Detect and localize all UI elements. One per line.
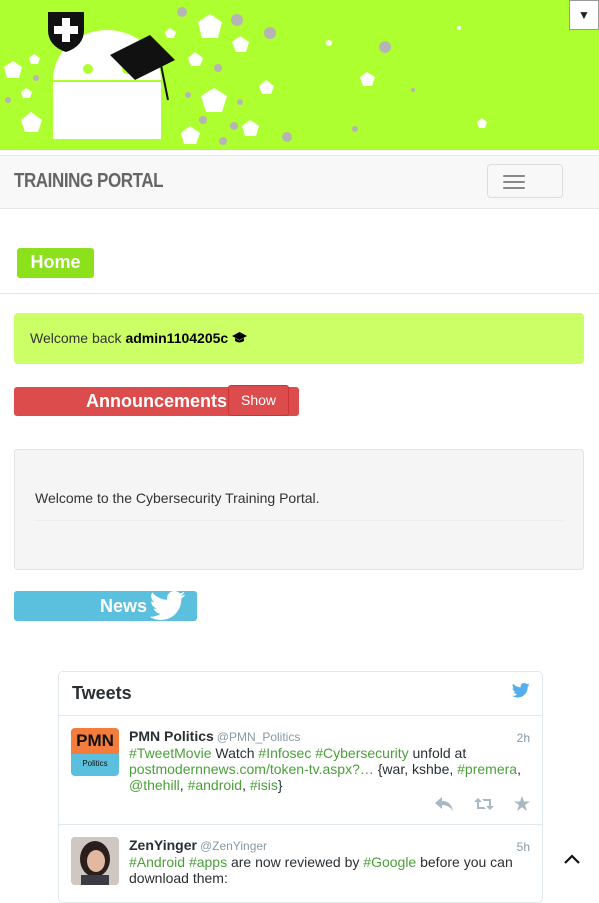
tweet-hashtag-link[interactable]: #apps [189, 854, 227, 870]
menu-toggle-button[interactable] [487, 164, 563, 198]
tweet-hashtag-link[interactable]: #android [188, 777, 243, 793]
tweet-item[interactable]: ZenYinger @ZenYinger 5h #Android #apps ar… [59, 825, 542, 902]
tweet-text-segment: , [179, 777, 188, 793]
tweets-widget: Tweets PMN Politics PMN Politics @PMN_Pol… [58, 671, 543, 903]
show-announcements-button[interactable]: Show [228, 385, 289, 416]
avatar[interactable]: PMN Politics [71, 728, 119, 776]
tweet-hashtag-link[interactable]: #Android [129, 854, 185, 870]
tweet-time[interactable]: 5h [517, 840, 530, 854]
twitter-bird-icon [150, 591, 186, 620]
tweet-hashtag-link[interactable]: #isis [250, 777, 278, 793]
language-select[interactable]: ▼ [569, 0, 599, 30]
tweet-hashtag-link[interactable]: #Infosec [258, 745, 311, 761]
tweet-author[interactable]: PMN Politics @PMN_Politics [129, 728, 300, 744]
tweet-text-segment: unfold at [408, 745, 467, 761]
tweet-text-segment: } [277, 777, 283, 793]
tweets-title: Tweets [72, 683, 132, 703]
navbar: TRAINING PORTAL [0, 155, 599, 209]
star-icon[interactable] [514, 796, 530, 816]
retweet-icon[interactable] [473, 797, 494, 816]
tweets-header: Tweets [59, 672, 542, 716]
tweet-hashtag-link[interactable]: postmodernnews.com/token-tv.aspx?… [129, 761, 374, 777]
page-header: Home [0, 208, 599, 294]
android-security-logo [4, 7, 487, 145]
reply-icon[interactable] [435, 797, 454, 816]
announcements-title: Announcements [86, 391, 228, 411]
twitter-bird-icon[interactable] [512, 683, 530, 698]
hero-banner: ▼ [0, 0, 599, 150]
tweet-hashtag-link[interactable]: #Google [363, 854, 416, 870]
news-bar: News [14, 591, 197, 621]
tweet-text: #TweetMovie Watch #Infosec #Cybersecurit… [129, 745, 529, 793]
welcome-alert: Welcome back admin1104205c [14, 313, 584, 364]
hamburger-icon [503, 175, 525, 177]
news-label: News [100, 596, 148, 616]
tweet-text-segment: Watch [211, 745, 259, 761]
tweet-time[interactable]: 2h [517, 731, 530, 745]
divider [35, 520, 563, 521]
announcements-bar: Announcements Show [14, 385, 299, 416]
username: admin1104205c [125, 330, 229, 346]
welcome-prefix: Welcome back [30, 330, 122, 346]
content-panel: Welcome to the Cybersecurity Training Po… [14, 449, 584, 570]
home-button[interactable]: Home [17, 248, 94, 278]
tweet-text-segment: are now reviewed by [227, 854, 364, 870]
tweet-text: #Android #apps are now reviewed by #Goog… [129, 854, 529, 886]
tweet-hashtag-link[interactable]: #premera [457, 761, 517, 777]
chevron-up-icon[interactable] [562, 852, 582, 866]
tweet-item[interactable]: PMN Politics PMN Politics @PMN_Politics 2… [59, 716, 542, 825]
tweet-text-segment: {war, kshbe, [373, 761, 458, 777]
tweet-text-segment: , [517, 761, 521, 777]
tweet-hashtag-link[interactable]: @thehill [129, 777, 180, 793]
tweet-hashtag-link[interactable]: #Cybersecurity [315, 745, 408, 761]
chevron-down-icon: ▼ [578, 8, 590, 22]
avatar[interactable] [71, 837, 119, 885]
tweet-author[interactable]: ZenYinger @ZenYinger [129, 837, 267, 853]
tweet-actions [419, 796, 530, 816]
portal-welcome-message: Welcome to the Cybersecurity Training Po… [35, 490, 320, 506]
brand-title[interactable]: TRAINING PORTAL [14, 170, 164, 193]
tweet-text-segment: , [242, 777, 250, 793]
tweet-hashtag-link[interactable]: #TweetMovie [129, 745, 211, 761]
graduation-cap-icon [232, 332, 248, 343]
